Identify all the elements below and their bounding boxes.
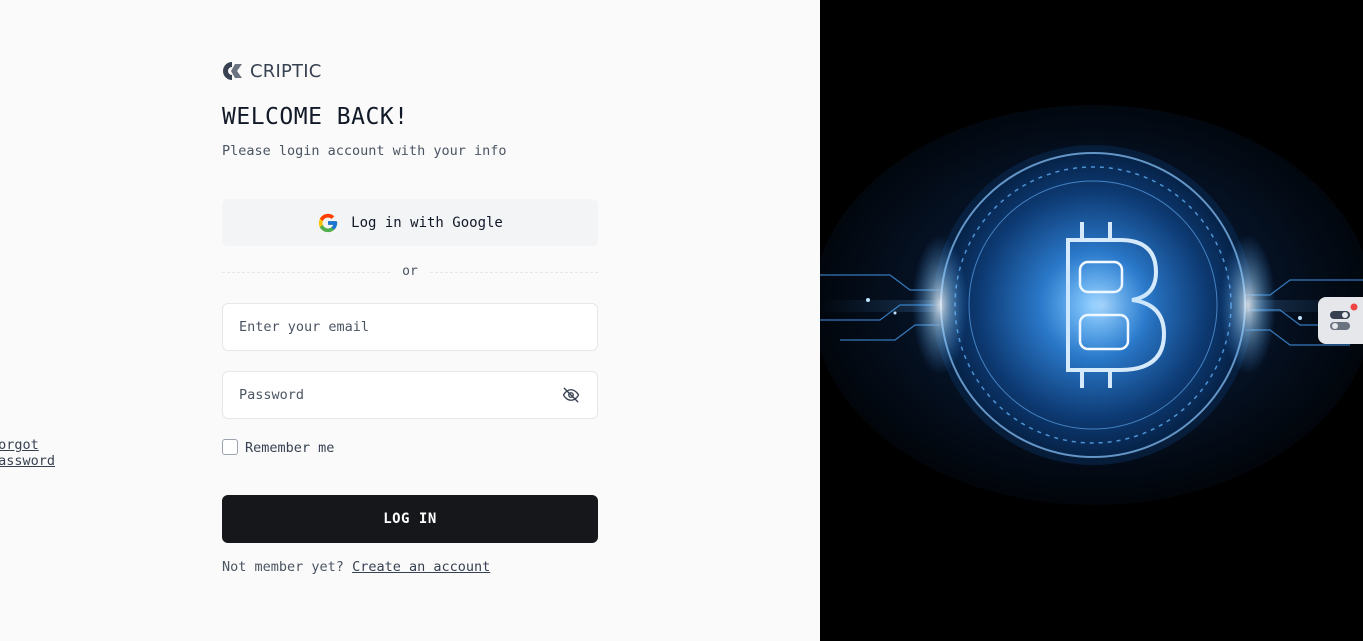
hero-panel [820,0,1363,641]
toggle-settings-icon [1330,303,1358,330]
brand-logo[interactable]: CRIPTIC [222,59,322,83]
create-account-link[interactable]: Create an account [352,559,490,575]
remember-label: Remember me [245,440,335,456]
email-input[interactable] [239,304,559,350]
remember-checkbox[interactable] [222,439,238,455]
password-field [222,371,598,419]
page-title: WELCOME BACK! [222,104,409,130]
email-field [222,303,598,351]
signup-prompt: Not member yet? Create an account [222,559,490,575]
google-login-label: Log in with Google [351,214,503,231]
remember-me[interactable]: Remember me [222,439,335,456]
page-subtitle: Please login account with your info [222,143,507,159]
google-login-button[interactable]: Log in with Google [222,199,598,246]
divider-line-right [430,272,598,273]
forgot-password-link[interactable]: Forgot Password [0,437,55,469]
criptic-logo-icon [223,62,242,80]
google-icon [318,213,338,232]
or-divider: or [222,262,598,282]
bitcoin-coin-image [820,0,1363,641]
brand-name: CRIPTIC [250,60,322,82]
settings-widget[interactable] [1318,297,1363,344]
login-panel: CRIPTIC WELCOME BACK! Please login accou… [0,0,820,641]
password-input[interactable] [239,372,559,418]
eye-off-icon[interactable] [561,386,581,404]
login-button[interactable]: LOG IN [222,495,598,543]
signup-prompt-text: Not member yet? [222,559,344,575]
